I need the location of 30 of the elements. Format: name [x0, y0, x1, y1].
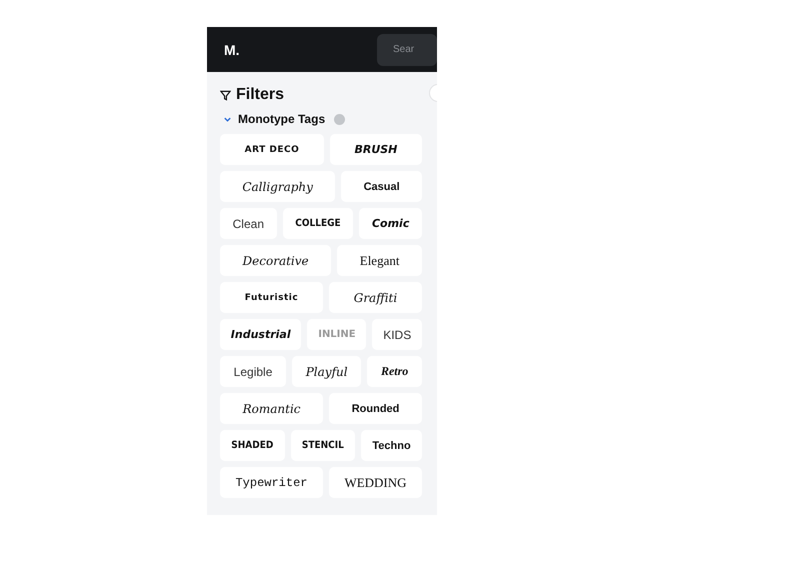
tag-button[interactable]: ART DECO: [220, 134, 324, 165]
tag-button[interactable]: SHADED: [220, 430, 285, 461]
tag-button[interactable]: Retro: [367, 356, 422, 387]
tag-button[interactable]: Comic: [359, 208, 422, 239]
help-icon[interactable]: [334, 114, 346, 124]
logo: M.: [224, 42, 241, 58]
tag-button[interactable]: WEDDING: [328, 467, 422, 498]
tag-button[interactable]: Playful: [292, 356, 362, 387]
tag-button[interactable]: Futuristic: [220, 282, 323, 313]
tag-button[interactable]: Elegant: [337, 245, 422, 276]
filters-title: Filters: [236, 86, 284, 104]
tag-button[interactable]: Techno: [361, 430, 422, 461]
tag-button[interactable]: Graffiti: [328, 282, 422, 313]
tag-button[interactable]: Rounded: [329, 393, 422, 424]
search-field[interactable]: Sear: [377, 34, 437, 66]
chevron-icon[interactable]: [223, 114, 232, 124]
tag-button[interactable]: Casual: [341, 171, 422, 202]
tag-button[interactable]: KIDS: [372, 319, 422, 350]
tag-button[interactable]: Industrial: [220, 319, 302, 350]
tag-button[interactable]: Clean: [220, 208, 277, 239]
tag-button[interactable]: COLLEGE: [282, 208, 354, 239]
filter-icon: [220, 90, 231, 100]
tag-button[interactable]: Legible: [220, 356, 286, 387]
tag-button[interactable]: STENCIL: [290, 430, 356, 461]
section-title: Monotype Tags: [238, 112, 326, 126]
tag-button[interactable]: Romantic: [220, 393, 324, 424]
tag-button[interactable]: BRUSH: [330, 134, 422, 165]
tag-button[interactable]: Calligraphy: [220, 171, 336, 202]
tag-button[interactable]: Typewriter: [220, 467, 323, 498]
tag-button[interactable]: Decorative: [220, 245, 332, 276]
